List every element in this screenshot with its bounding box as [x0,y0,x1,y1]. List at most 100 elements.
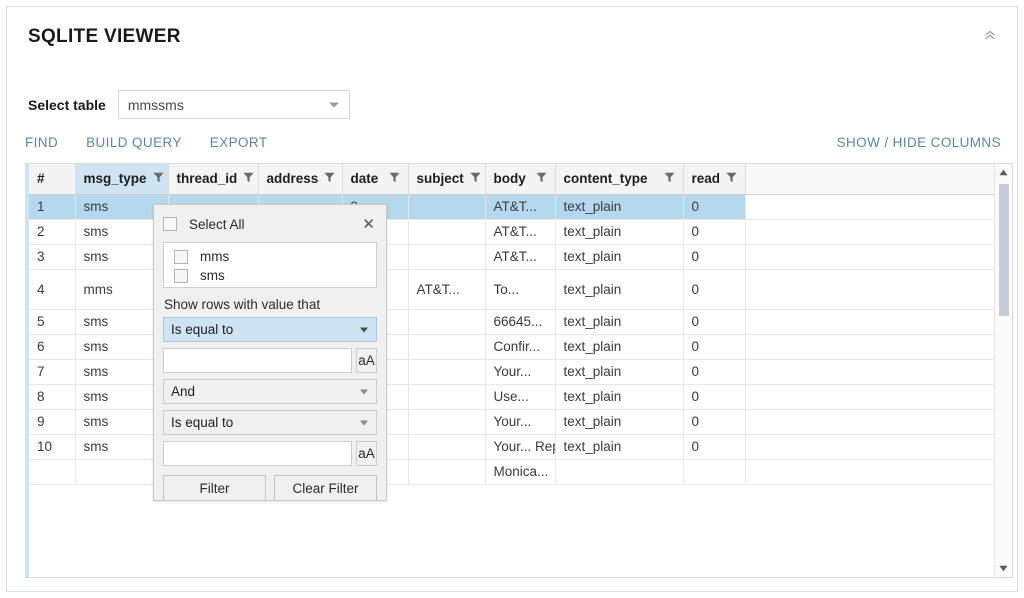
cell-content_type [555,459,683,484]
cell-content_type: text_plain [555,334,683,359]
column-header-label: content_type [564,171,648,186]
cell-filler [745,359,997,384]
cell-content_type: text_plain [555,384,683,409]
column-header-label: # [37,171,45,186]
column-header-read[interactable]: read [683,164,745,194]
cell-subject [408,384,485,409]
list-item[interactable]: mms [174,247,376,266]
column-header-date[interactable]: date [342,164,408,194]
cell-content_type: text_plain [555,219,683,244]
cell-read: 0 [683,219,745,244]
vertical-scrollbar[interactable] [994,164,1012,577]
filter-condition-2-select[interactable]: Is equal to [163,410,377,435]
column-header-label: read [692,171,721,186]
filter-caption: Show rows with value that [164,297,377,312]
cell-filler [745,384,997,409]
cell-num: 5 [29,309,75,334]
filter-value-1-input[interactable] [163,348,352,373]
match-case-button-1[interactable]: aA [356,348,377,373]
select-all-checkbox[interactable] [163,217,177,231]
filter-funnel-icon[interactable] [153,171,164,186]
cell-num: 1 [29,194,75,219]
column-header-label: address [267,171,319,186]
export-link[interactable]: EXPORT [210,135,268,150]
cell-content_type: text_plain [555,359,683,384]
filter-funnel-icon[interactable] [324,171,335,186]
cell-filler [745,194,997,219]
match-case-button-2[interactable]: aA [356,441,377,466]
cell-subject [408,459,485,484]
filter-condition-2-value: Is equal to [164,415,233,430]
cell-subject [408,434,485,459]
column-header-num[interactable]: # [29,164,75,194]
cell-num: 2 [29,219,75,244]
filter-operator-select[interactable]: And [163,379,377,404]
column-header-content_type[interactable]: content_type [555,164,683,194]
value-label: mms [200,249,229,264]
column-header-body[interactable]: body [485,164,555,194]
cell-read: 0 [683,434,745,459]
filter-condition-1-select[interactable]: Is equal to [163,317,377,342]
cell-read: 0 [683,309,745,334]
build-query-link[interactable]: BUILD QUERY [86,135,182,150]
cell-filler [745,459,997,484]
cell-read: 0 [683,244,745,269]
cell-body: AT&T... [485,194,555,219]
filter-funnel-icon[interactable] [726,171,737,186]
filter-button[interactable]: Filter [163,475,266,501]
find-link[interactable]: FIND [25,135,58,150]
cell-num: 3 [29,244,75,269]
cell-read: 0 [683,409,745,434]
column-header-address[interactable]: address [258,164,342,194]
filter-funnel-icon[interactable] [243,171,254,186]
list-item[interactable]: sms [174,266,376,285]
filter-funnel-icon[interactable] [470,171,481,186]
cell-body: AT&T... [485,219,555,244]
cell-read [683,459,745,484]
cell-subject [408,409,485,434]
cell-num: 4 [29,269,75,309]
value-checkbox-sms[interactable] [174,269,188,283]
cell-num: 6 [29,334,75,359]
show-hide-columns-link[interactable]: SHOW / HIDE COLUMNS [837,135,1001,150]
column-header-thread_id[interactable]: thread_id [168,164,258,194]
cell-body: To... [485,269,555,309]
filter-value-list[interactable]: mms sms [163,242,377,288]
cell-filler [745,269,997,309]
cell-body: Your... [485,409,555,434]
filter-value-2-input[interactable] [163,441,352,466]
column-header-subject[interactable]: subject [408,164,485,194]
chevron-double-up-icon[interactable] [979,24,1001,46]
cell-read: 0 [683,194,745,219]
select-table-row: Select table mmssms [28,90,350,119]
cell-body: 66645... [485,309,555,334]
cell-content_type: text_plain [555,409,683,434]
triangle-down-icon[interactable] [995,560,1012,577]
column-header-msg_type[interactable]: msg_type [75,164,168,194]
cell-content_type: text_plain [555,434,683,459]
cell-filler [745,434,997,459]
cell-subject [408,194,485,219]
cell-body: Your... Reply... Reply... Std... [485,434,555,459]
value-checkbox-mms[interactable] [174,250,188,264]
cell-num [29,459,75,484]
filter-funnel-icon[interactable] [389,171,400,186]
column-filter-popup: Select All ✕ mms sms Show rows with valu… [153,204,387,501]
filter-funnel-icon[interactable] [536,171,547,186]
cell-filler [745,219,997,244]
select-table-dropdown[interactable]: mmssms [118,90,350,119]
clear-filter-button[interactable]: Clear Filter [274,475,377,501]
select-all-label[interactable]: Select All [189,217,360,232]
chevron-down-icon [329,102,339,107]
cell-filler [745,334,997,359]
chevron-down-icon [360,420,368,425]
cell-content_type: text_plain [555,269,683,309]
filter-funnel-icon[interactable] [664,171,675,186]
cell-body: Your... [485,359,555,384]
close-icon[interactable]: ✕ [360,217,377,232]
triangle-up-icon[interactable] [995,164,1012,181]
value-label: sms [200,268,225,283]
scrollbar-thumb[interactable] [999,184,1009,316]
cell-subject [408,334,485,359]
action-links: FIND BUILD QUERY EXPORT [25,135,267,150]
